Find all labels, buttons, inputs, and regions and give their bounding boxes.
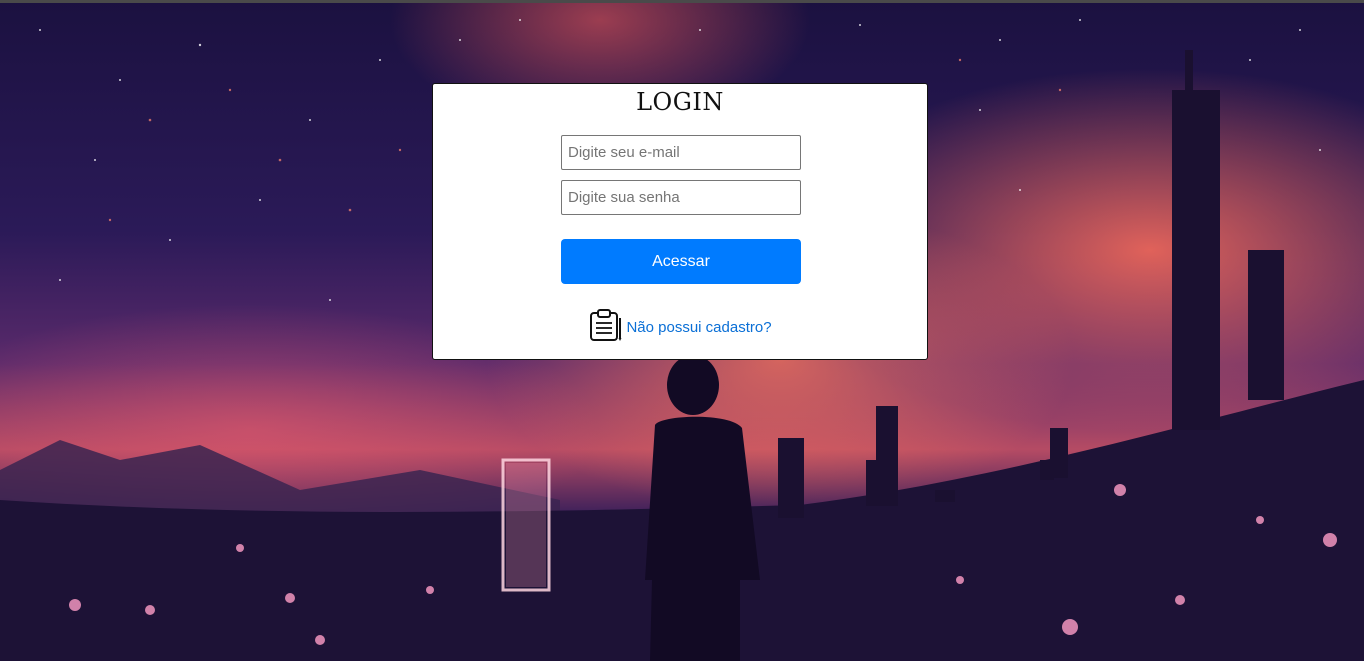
- login-title: LOGIN: [636, 88, 724, 116]
- acessar-button[interactable]: Acessar: [561, 239, 801, 284]
- email-field[interactable]: [561, 135, 801, 170]
- signup-link[interactable]: Não possui cadastro?: [626, 319, 771, 336]
- window-top-border: [0, 0, 1364, 3]
- clipboard-icon: [588, 308, 624, 346]
- login-panel: LOGIN Acessar Não possui cadastro?: [432, 83, 928, 360]
- signup-row: Não possui cadastro?: [433, 308, 927, 346]
- password-field[interactable]: [561, 180, 801, 215]
